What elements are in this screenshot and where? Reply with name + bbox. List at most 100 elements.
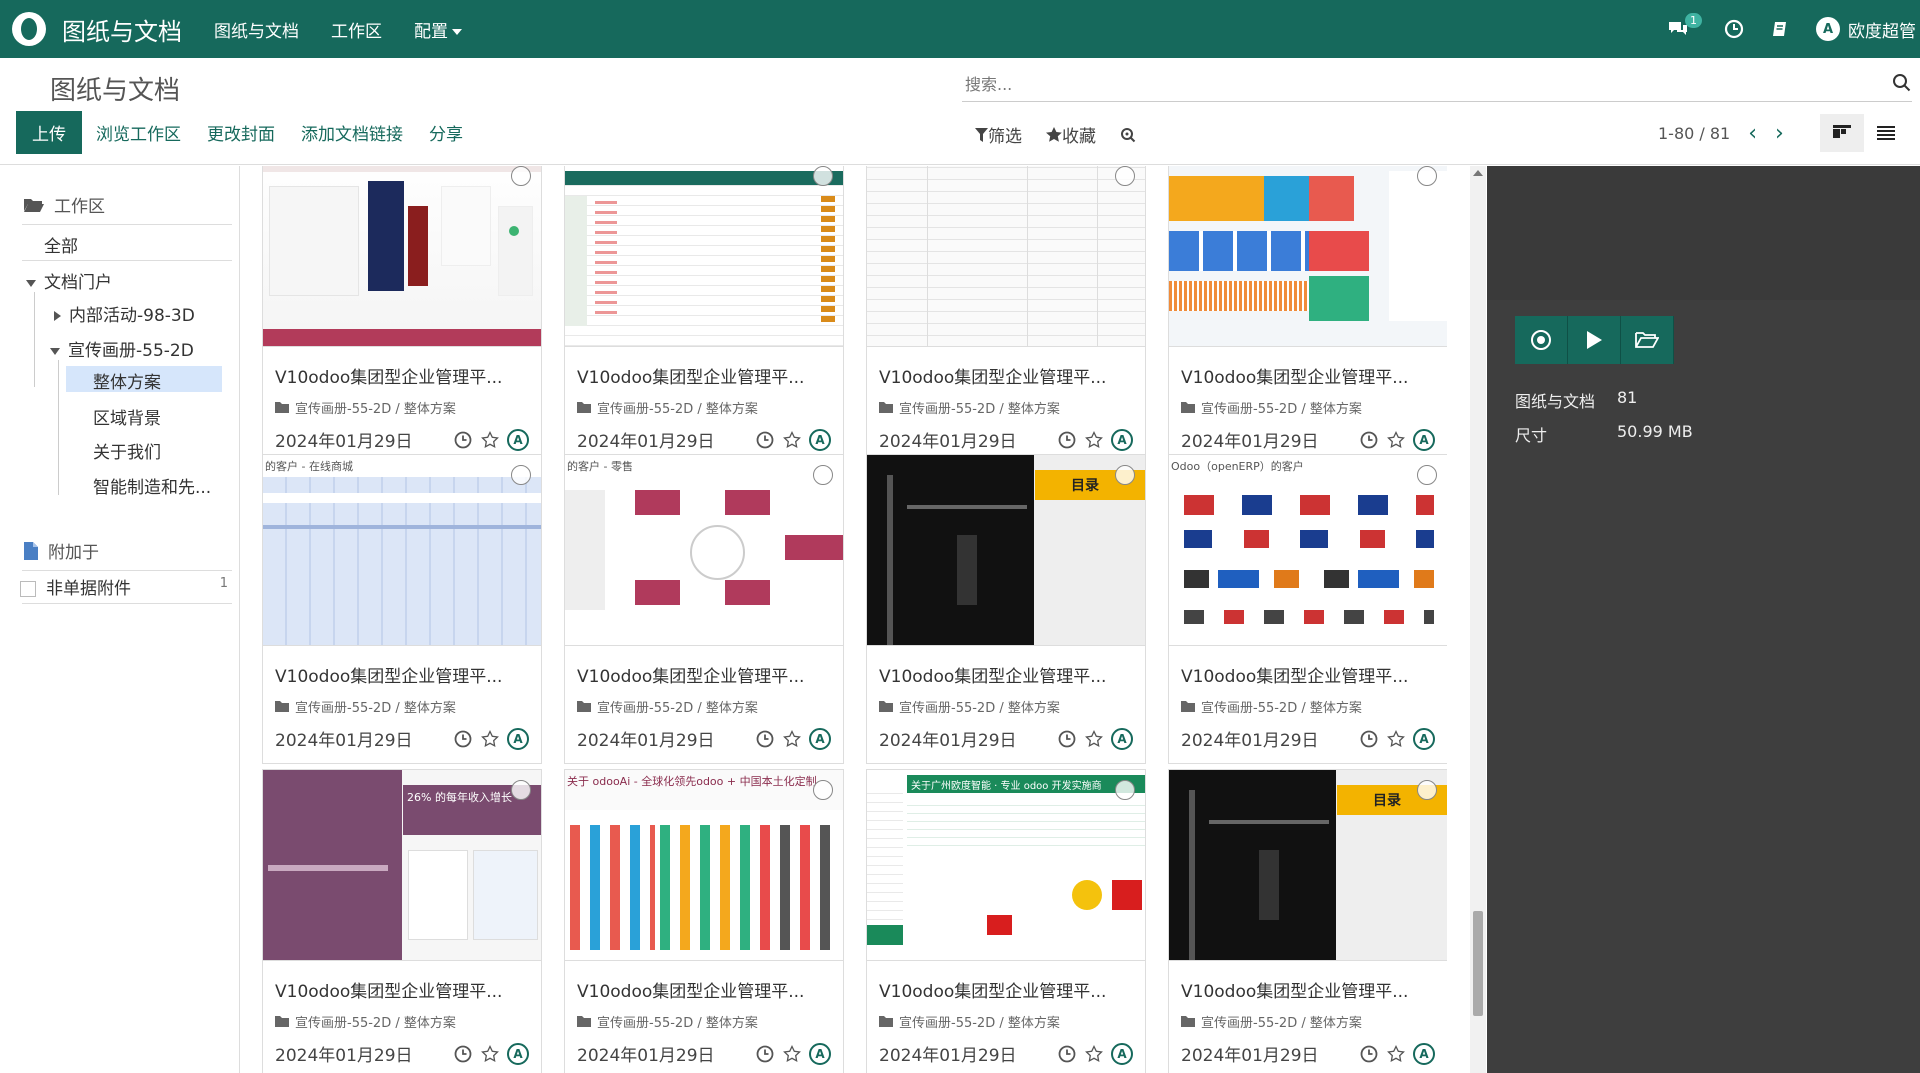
owner-avatar[interactable]: A (809, 727, 831, 750)
owner-avatar[interactable]: A (1111, 428, 1133, 451)
document-title[interactable]: V10odoo集团型企业管理平... (1181, 662, 1435, 687)
document-card[interactable]: V10odoo集团型企业管理平... 宣传画册-55-2D / 整体方案 202… (866, 166, 1146, 465)
change-cover-button[interactable]: 更改封面 (207, 120, 275, 145)
select-toggle[interactable] (511, 166, 531, 186)
owner-avatar[interactable]: A (1111, 1042, 1133, 1065)
scrollbar-thumb[interactable] (1473, 911, 1483, 1016)
activity-clock-icon[interactable] (754, 728, 776, 750)
activity-clock-icon[interactable] (1056, 1043, 1078, 1065)
sidebar-item-non-document-attachments[interactable]: 非单据附件 1 (20, 574, 228, 599)
sidebar-item-brochure[interactable]: 宣传画册-55-2D (50, 336, 194, 361)
sidebar-item-about[interactable]: 关于我们 (93, 438, 161, 463)
document-card[interactable]: Odoo（openERP）的客户 V10odoo集团型企业管理平... 宣传画册… (1168, 454, 1447, 764)
favorite-star-icon[interactable] (781, 429, 803, 451)
document-card[interactable]: V10odoo集团型企业管理平... 宣传画册-55-2D / 整体方案 202… (1168, 166, 1447, 465)
filter-dropdown[interactable]: 筛选 (975, 122, 1022, 147)
owner-avatar[interactable]: A (809, 1042, 831, 1065)
select-toggle[interactable] (511, 780, 531, 800)
select-toggle[interactable] (813, 780, 833, 800)
document-title[interactable]: V10odoo集团型企业管理平... (577, 363, 831, 388)
activity-clock-icon[interactable] (1358, 1043, 1380, 1065)
document-title[interactable]: V10odoo集团型企业管理平... (275, 977, 529, 1002)
menu-item-config[interactable]: 配置 (414, 17, 462, 42)
sidebar-item-overall[interactable]: 整体方案 (66, 366, 222, 393)
search-panel-toggle[interactable] (1120, 127, 1136, 143)
select-toggle[interactable] (1115, 465, 1135, 485)
pager-previous-icon[interactable]: ‹ (1748, 121, 1757, 146)
document-card[interactable]: 关于 odooAi - 全球化领先odoo + 中国本土化定制 V10odoo集… (564, 769, 844, 1073)
activity-clock-icon[interactable] (1056, 728, 1078, 750)
sidebar-item-region[interactable]: 区域背景 (93, 404, 161, 429)
activity-clock-icon[interactable] (452, 728, 474, 750)
document-card[interactable]: 26% 的每年收入增长 V10odoo集团型企业管理平... 宣传画册-55-2… (262, 769, 542, 1073)
pager-value[interactable]: 1-80 / 81 (1658, 124, 1730, 143)
activity-clock-icon[interactable] (754, 429, 776, 451)
favorite-star-icon[interactable] (1083, 728, 1105, 750)
play-circle-button[interactable] (1515, 316, 1568, 364)
favorite-star-icon[interactable] (479, 429, 501, 451)
select-toggle[interactable] (1115, 780, 1135, 800)
activity-clock-icon[interactable] (1056, 429, 1078, 451)
document-title[interactable]: V10odoo集团型企业管理平... (275, 363, 529, 388)
document-title[interactable]: V10odoo集团型企业管理平... (577, 977, 831, 1002)
sidebar-item-smart-manufacturing[interactable]: 智能制造和先... (93, 473, 211, 498)
document-card[interactable]: 关于广州欧度智能 · 专业 odoo 开发实施商 V10odoo集团型企业管理平… (866, 769, 1146, 1073)
favorite-star-icon[interactable] (781, 728, 803, 750)
activity-clock-icon[interactable] (452, 1043, 474, 1065)
owner-avatar[interactable]: A (507, 727, 529, 750)
favorite-star-icon[interactable] (1385, 1043, 1407, 1065)
list-view-button[interactable] (1864, 114, 1908, 152)
select-toggle[interactable] (1417, 465, 1437, 485)
pager-next-icon[interactable]: › (1775, 121, 1784, 146)
document-title[interactable]: V10odoo集团型企业管理平... (275, 662, 529, 687)
play-button[interactable] (1568, 316, 1621, 364)
kanban-view-button[interactable] (1820, 114, 1864, 152)
caret-down-icon[interactable] (26, 279, 36, 287)
document-card[interactable]: 目录 V10odoo集团型企业管理平... 宣传画册-55-2D / 整体方案 … (1168, 769, 1447, 1073)
kanban-scrollbar[interactable] (1470, 166, 1486, 1073)
menu-item-documents[interactable]: 图纸与文档 (214, 17, 299, 42)
sidebar-item-all[interactable]: 全部 (44, 232, 78, 257)
activity-clock-icon[interactable] (754, 1043, 776, 1065)
select-toggle[interactable] (1417, 780, 1437, 800)
owner-avatar[interactable]: A (1413, 1042, 1435, 1065)
owner-avatar[interactable]: A (507, 1042, 529, 1065)
open-folder-button[interactable] (1621, 316, 1674, 364)
favorite-star-icon[interactable] (479, 728, 501, 750)
document-title[interactable]: V10odoo集团型企业管理平... (879, 662, 1133, 687)
add-document-link-button[interactable]: 添加文档链接 (301, 120, 403, 145)
document-card[interactable]: V10odoo集团型企业管理平... 宣传画册-55-2D / 整体方案 202… (262, 166, 542, 465)
activity-clock-icon[interactable] (452, 429, 474, 451)
document-card[interactable]: V10odoo集团型企业管理平... 宣传画册-55-2D / 整体方案 202… (564, 166, 844, 465)
favorites-dropdown[interactable]: 收藏 (1046, 122, 1096, 147)
select-toggle[interactable] (1115, 166, 1135, 186)
non-document-checkbox[interactable] (20, 581, 36, 597)
owner-avatar[interactable]: A (1413, 727, 1435, 750)
menu-item-workspace[interactable]: 工作区 (331, 17, 382, 42)
search-icon[interactable] (1892, 73, 1912, 97)
owner-avatar[interactable]: A (1413, 428, 1435, 451)
document-card[interactable]: 目录 V10odoo集团型企业管理平... 宣传画册-55-2D / 整体方案 … (866, 454, 1146, 764)
document-title[interactable]: V10odoo集团型企业管理平... (1181, 977, 1435, 1002)
app-brand[interactable]: 图纸与文档 (12, 12, 182, 47)
sidebar-item-internal[interactable]: 内部活动-98-3D (54, 301, 195, 326)
favorite-star-icon[interactable] (781, 1043, 803, 1065)
share-button[interactable]: 分享 (429, 120, 463, 145)
document-card[interactable]: 的客户 - 在线商城 V10odoo集团型企业管理平... 宣传画册-55-2D… (262, 454, 542, 764)
owner-avatar[interactable]: A (1111, 727, 1133, 750)
activity-clock-icon[interactable] (1720, 15, 1748, 43)
scroll-up-arrow-icon[interactable] (1473, 170, 1483, 176)
activity-clock-icon[interactable] (1358, 728, 1380, 750)
messages-icon[interactable]: 1 (1664, 13, 1702, 43)
favorite-star-icon[interactable] (1083, 1043, 1105, 1065)
document-title[interactable]: V10odoo集团型企业管理平... (879, 363, 1133, 388)
upload-button[interactable]: 上传 (16, 111, 82, 154)
select-toggle[interactable] (813, 166, 833, 186)
document-card[interactable]: 的客户 - 零售 V10odoo集团型企业管理平... 宣传画册-55-2D /… (564, 454, 844, 764)
favorite-star-icon[interactable] (1083, 429, 1105, 451)
caret-down-icon[interactable] (50, 347, 60, 355)
notes-icon[interactable] (1766, 15, 1794, 43)
search-input[interactable] (962, 75, 1892, 94)
document-title[interactable]: V10odoo集团型企业管理平... (1181, 363, 1435, 388)
activity-clock-icon[interactable] (1358, 429, 1380, 451)
